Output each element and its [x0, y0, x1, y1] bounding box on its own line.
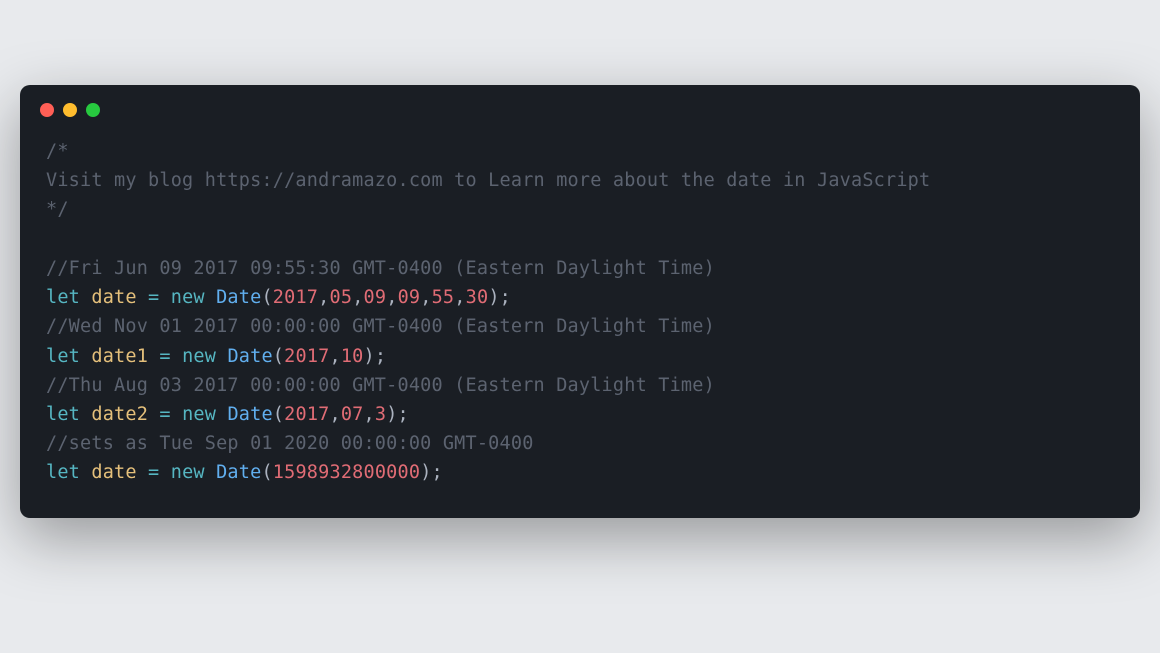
arg-year: 2017 — [273, 287, 318, 308]
operator-assign: = — [137, 462, 171, 483]
comment-line-4: //sets as Tue Sep 01 2020 00:00:00 GMT-0… — [46, 433, 534, 454]
paren-open: ( — [261, 462, 272, 483]
keyword-new: new — [182, 346, 216, 367]
arg-sec: 30 — [466, 287, 489, 308]
paren-close: ); — [420, 462, 443, 483]
identifier-date: date — [91, 462, 136, 483]
comment-block-body: Visit my blog https://andramazo.com to L… — [46, 170, 930, 191]
code-window: /* Visit my blog https://andramazo.com t… — [20, 85, 1140, 518]
comma: , — [364, 404, 375, 425]
arg-min: 55 — [432, 287, 455, 308]
keyword-let: let — [46, 346, 80, 367]
arg-month: 10 — [341, 346, 364, 367]
window-titlebar — [20, 85, 1140, 127]
maximize-icon[interactable] — [86, 103, 100, 117]
keyword-new: new — [182, 404, 216, 425]
arg-day: 3 — [375, 404, 386, 425]
arg-year: 2017 — [284, 346, 329, 367]
paren-open: ( — [261, 287, 272, 308]
arg-timestamp: 1598932800000 — [273, 462, 420, 483]
comma: , — [318, 287, 329, 308]
paren-close: ); — [364, 346, 387, 367]
keyword-new: new — [171, 462, 205, 483]
comma: , — [386, 287, 397, 308]
comment-line-1: //Fri Jun 09 2017 09:55:30 GMT-0400 (Eas… — [46, 258, 715, 279]
arg-hour: 09 — [398, 287, 421, 308]
paren-close: ); — [488, 287, 511, 308]
class-date: Date — [227, 404, 272, 425]
paren-close: ); — [386, 404, 409, 425]
code-editor: /* Visit my blog https://andramazo.com t… — [20, 127, 1140, 518]
comma: , — [454, 287, 465, 308]
keyword-new: new — [171, 287, 205, 308]
arg-year: 2017 — [284, 404, 329, 425]
keyword-let: let — [46, 404, 80, 425]
identifier-date1: date1 — [91, 346, 148, 367]
identifier-date2: date2 — [91, 404, 148, 425]
comment-line-2: //Wed Nov 01 2017 00:00:00 GMT-0400 (Eas… — [46, 316, 715, 337]
paren-open: ( — [273, 404, 284, 425]
minimize-icon[interactable] — [63, 103, 77, 117]
comment-line-3: //Thu Aug 03 2017 00:00:00 GMT-0400 (Eas… — [46, 375, 715, 396]
comment-block-close: */ — [46, 199, 69, 220]
comma: , — [352, 287, 363, 308]
keyword-let: let — [46, 462, 80, 483]
identifier-date: date — [91, 287, 136, 308]
keyword-let: let — [46, 287, 80, 308]
arg-day: 09 — [364, 287, 387, 308]
operator-assign: = — [148, 404, 182, 425]
paren-open: ( — [273, 346, 284, 367]
comma: , — [420, 287, 431, 308]
close-icon[interactable] — [40, 103, 54, 117]
class-date: Date — [216, 462, 261, 483]
arg-month: 07 — [341, 404, 364, 425]
comma: , — [330, 346, 341, 367]
comma: , — [330, 404, 341, 425]
class-date: Date — [216, 287, 261, 308]
comment-block-open: /* — [46, 141, 69, 162]
operator-assign: = — [137, 287, 171, 308]
operator-assign: = — [148, 346, 182, 367]
class-date: Date — [227, 346, 272, 367]
arg-month: 05 — [330, 287, 353, 308]
